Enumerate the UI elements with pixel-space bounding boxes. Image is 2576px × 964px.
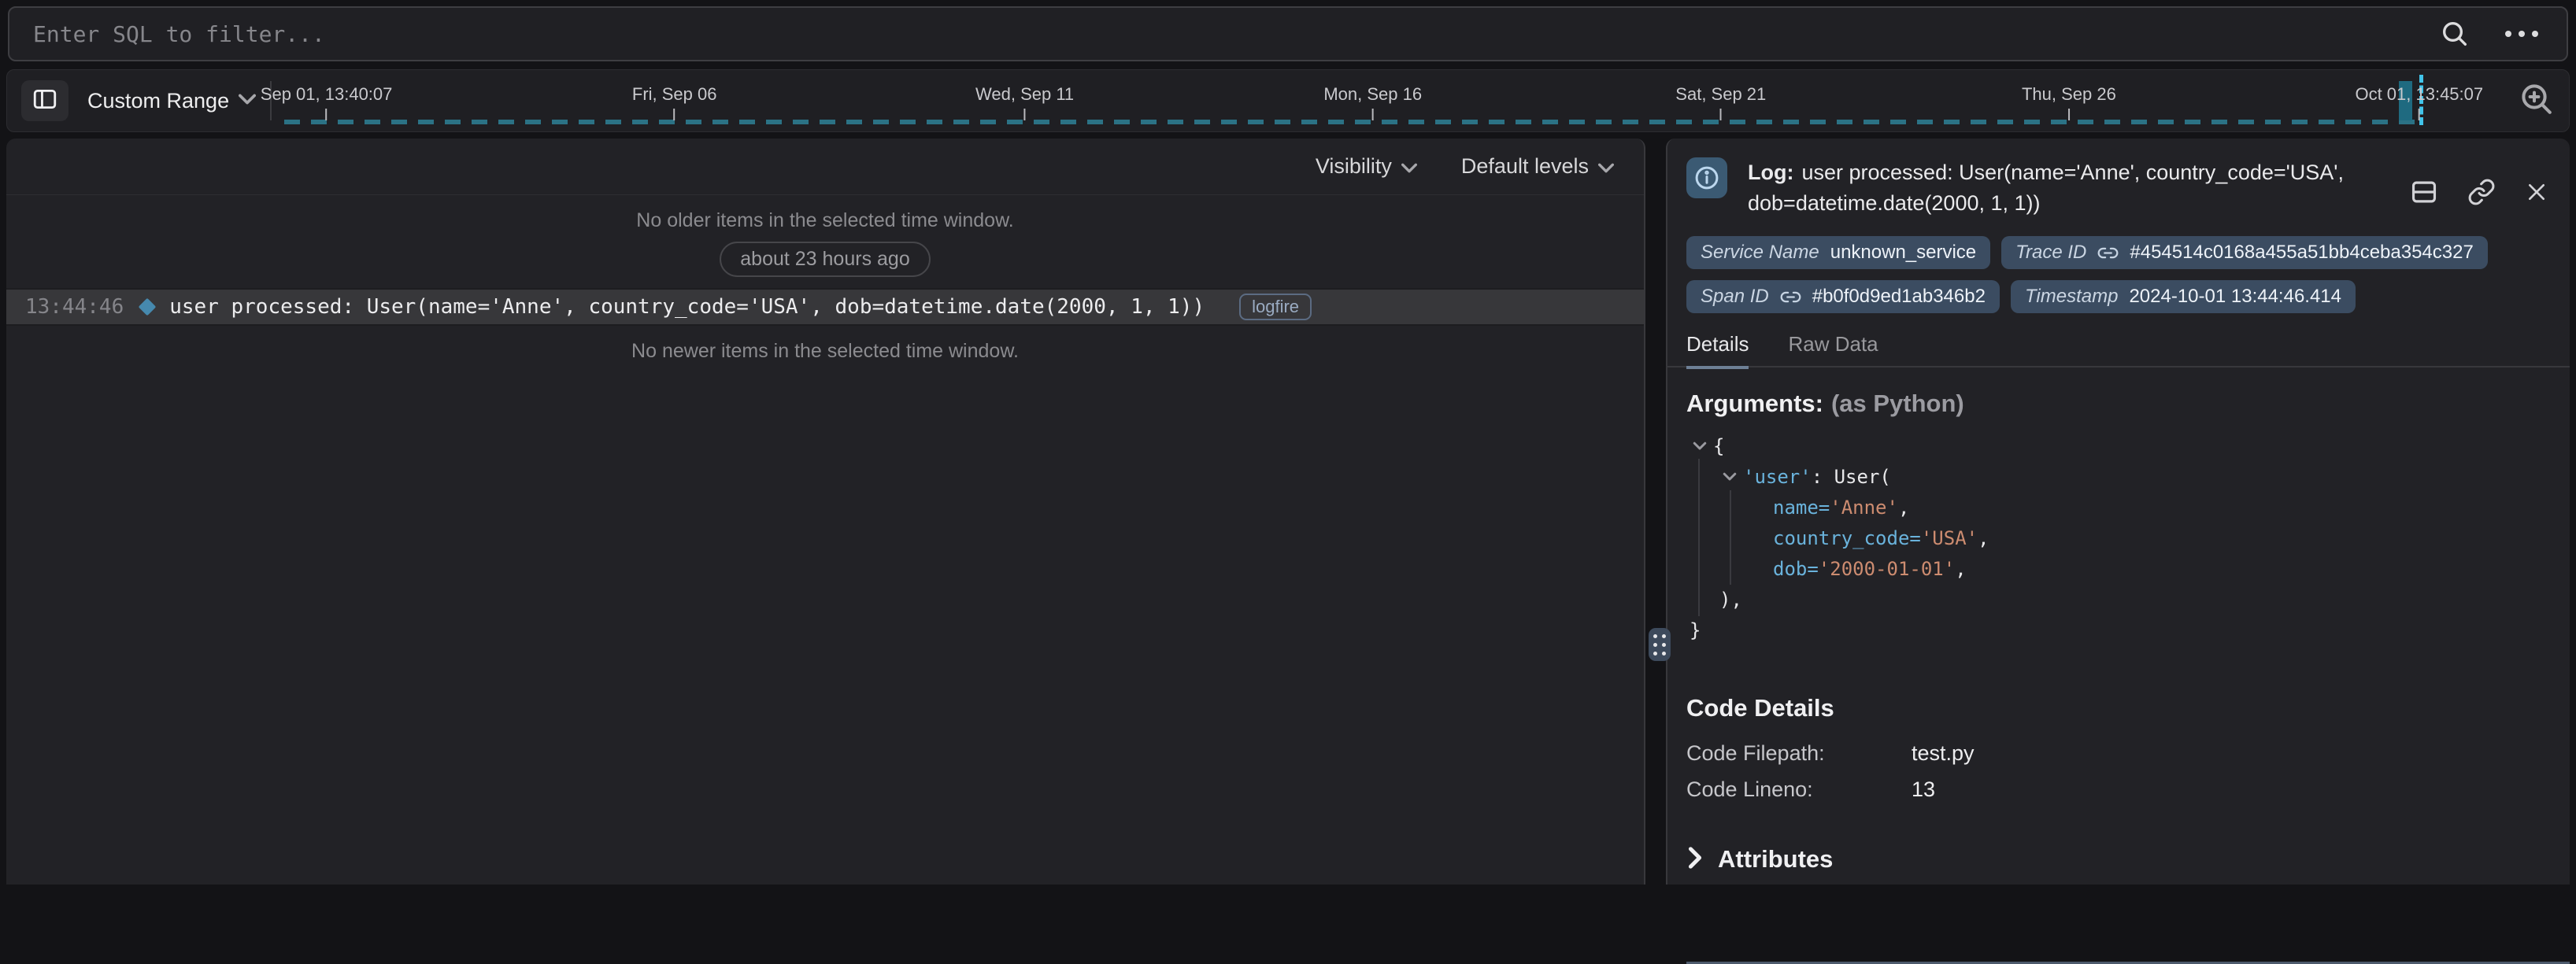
code-detail-label: Code Filepath: [1686,741,1912,766]
badge-label: Timestamp [2025,286,2118,308]
code-detail-row: Code Filepath:test.py [1686,735,2551,771]
log-list-panel: Visibility Default levels No older items… [6,139,1645,885]
code-details-heading: Code Details [1686,694,2551,722]
info-icon [1686,157,1727,198]
no-newer-items-text: No newer items in the selected time wind… [6,340,1644,363]
timeline-strip[interactable]: Sep 01, 13:40:07Fri, Sep 06Wed, Sep 11Mo… [284,70,2501,131]
indent-guide [1698,459,1700,616]
badge-label: Service Name [1701,242,1819,264]
code-detail-value: test.py [1912,741,1975,766]
log-row[interactable]: 13:44:46 user processed: User(name='Anne… [6,288,1644,326]
arguments-subheading: (as Python) [1831,390,1964,417]
code-line: ), [1686,584,2551,615]
badge-value: unknown_service [1830,242,1976,264]
code-line: dob='2000-01-01', [1686,553,2551,584]
meta-badge-service-name: Service Name unknown_service [1686,236,1990,269]
sql-filter-input[interactable] [33,21,2404,47]
drag-dots-icon [1653,634,1666,656]
link-icon [1780,286,1801,308]
code-line: { [1686,430,2551,461]
badge-value: #b0f0d9ed1ab346b2 [1812,286,1986,308]
code-line: 'user': User( [1686,461,2551,492]
zoom-in-button[interactable] [2512,76,2561,125]
meta-badge-timestamp: Timestamp 2024-10-01 13:44:46.414 [2011,280,2356,313]
chevron-right-icon [1686,846,1704,874]
visibility-dropdown[interactable]: Visibility [1316,154,1417,179]
default-levels-label: Default levels [1461,154,1589,179]
time-ago-badge: about 23 hours ago [720,242,930,277]
sidebar-toggle-button[interactable] [21,80,68,121]
collapse-chevron-icon[interactable] [1693,441,1707,451]
collapse-chevron-icon[interactable] [1723,472,1737,482]
indent-guide [1730,490,1731,585]
log-detail-panel: Log:user processed: User(name='Anne', co… [1666,139,2570,885]
chevron-down-icon [239,94,256,109]
timeline-tick: Fri, Sep 06 [632,84,717,120]
code-detail-label: Code Lineno: [1686,777,1912,802]
badge-value: #454514c0168a455a51bb4ceba354c327 [2130,242,2473,264]
badge-row: Service Name unknown_service Trace ID #4545… [1667,219,2570,313]
close-icon[interactable] [2524,165,2549,219]
diamond-info-icon [139,298,157,316]
badge-value: 2024-10-01 13:44:46.414 [2129,286,2341,308]
timeline-bar: Custom Range Sep 01, 13:40:07 Fri, Sep 06… [6,69,2570,132]
code-detail-value: 13 [1912,777,1935,802]
zoom-in-icon [2518,80,2556,122]
timeline-tick: Sep 01, 13:40:07 [261,84,393,120]
meta-badge-trace-id[interactable]: Trace ID #454514c0168a455a51bb4ceba354c32… [2001,236,2488,269]
meta-badge-span-id[interactable]: Span ID #b0f0d9ed1ab346b2 [1686,280,2000,313]
code-line: name='Anne', [1686,492,2551,523]
detail-content: Arguments:(as Python) {'user': User(name… [1667,368,2570,964]
ellipsis-icon[interactable] [2505,31,2538,37]
logfire-tag: logfire [1239,294,1312,320]
timeline-tick: Oct 01, 13:45:07 [2355,84,2483,120]
timeline-tick: Thu, Sep 26 [2022,84,2116,120]
log-message: user processed: User(name='Anne', countr… [169,295,1205,319]
arguments-heading: Arguments:(as Python) [1686,390,2551,418]
timeline-tick: Sat, Sep 21 [1675,84,1766,120]
link-icon[interactable] [2467,165,2496,219]
detail-title: Log:user processed: User(name='Anne', co… [1748,157,2409,219]
badge-label: Span ID [1701,286,1769,308]
panel-left-icon [31,86,59,116]
code-line: country_code='USA', [1686,523,2551,553]
sql-filter-bar [8,6,2568,61]
detail-title-text: user processed: User(name='Anne', countr… [1748,161,2344,215]
log-time: 13:44:46 [25,295,124,319]
detail-tabs: Details Raw Data [1667,332,2570,368]
code-line: } [1686,615,2551,645]
badge-label: Trace ID [2015,242,2086,264]
code-detail-row: Code Lineno:13 [1686,771,2551,807]
search-icon[interactable] [2439,18,2471,50]
detail-header: Log:user processed: User(name='Anne', co… [1667,139,2570,219]
panel-resize-handle[interactable] [1649,628,1671,661]
timeline-tick: Mon, Sep 16 [1323,84,1422,120]
attributes-heading: Attributes [1718,845,1833,874]
tab-raw-data[interactable]: Raw Data [1788,332,1878,366]
chevron-down-icon [1598,154,1614,179]
visibility-label: Visibility [1316,154,1392,179]
time-range-dropdown[interactable]: Custom Range [87,89,256,113]
arguments-code: {'user': User(name='Anne',country_code='… [1686,430,2551,645]
tab-details[interactable]: Details [1686,332,1749,366]
code-details-rows: Code Filepath:test.pyCode Lineno:13 [1686,735,2551,807]
timeline-tick: Wed, Sep 11 [975,84,1074,120]
log-list-header: Visibility Default levels [6,139,1644,195]
link-icon [2097,242,2119,264]
attributes-section-toggle[interactable]: Attributes [1686,845,2551,874]
no-older-items-text: No older items in the selected time wind… [6,209,1644,232]
default-levels-dropdown[interactable]: Default levels [1461,154,1614,179]
time-range-label: Custom Range [87,89,229,113]
chevron-down-icon [1401,154,1417,179]
detail-title-prefix: Log: [1748,161,1793,184]
split-view-icon[interactable] [2409,165,2439,219]
